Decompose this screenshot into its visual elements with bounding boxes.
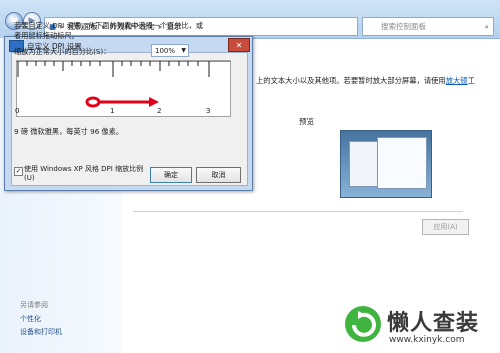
apply-button[interactable]: 应用(A) (422, 219, 469, 235)
sidebar-link-personalization[interactable]: 个性化 (20, 314, 41, 324)
search-placeholder: 搜索控制面板 (381, 22, 426, 31)
ruler-tick-label: 2 (157, 107, 162, 115)
preview-label: 预览 (299, 117, 314, 126)
ruler-tick-label: 1 (110, 107, 115, 115)
xp-scaling-label[interactable]: 使用 Windows XP 风格 DPI 缩放比例(U) (24, 165, 148, 183)
dialog-description: 若要自定义 DPI 设置，从下面的列表中选择一个百分比，或者用鼠标拖动标尺。 (14, 21, 204, 40)
ruler-tick-label: 3 (206, 107, 211, 115)
magnifier-link[interactable]: 放大镜 (446, 76, 468, 85)
preview-window-large (377, 137, 427, 189)
main-description-text: 上的文本大小以及其他项。若要暂时放大部分屏幕，请使用 (256, 76, 446, 85)
watermark-logo (345, 306, 381, 342)
close-icon[interactable]: ✕ (228, 38, 250, 52)
font-info: 9 磅 微软雅黑，每英寸 96 像素。 (14, 127, 124, 136)
scale-label: 缩放为正常大小的百分比(S)： (14, 47, 111, 56)
ruler-ticks (17, 61, 210, 77)
divider (133, 211, 463, 212)
sidebar-heading: 另请参阅 (20, 301, 48, 309)
ruler-graphic (17, 61, 230, 108)
watermark-brand: 懒人查装 (387, 311, 480, 336)
main-description: 上的文本大小以及其他项。若要暂时放大部分屏幕，请使用放大镜工 (256, 76, 475, 86)
preview-window-small (349, 141, 379, 187)
ruler-tick-label: 0 (15, 107, 20, 115)
scale-select-value: 100% (155, 46, 176, 55)
search-input[interactable]: 搜索控制面板 ⌕ (362, 17, 494, 36)
preview-image (340, 130, 432, 198)
scale-select[interactable]: 100% ▼ (151, 44, 189, 57)
cancel-button[interactable]: 取消 (196, 167, 241, 183)
main-description-tail: 工 (467, 76, 475, 85)
watermark-url: www.kxinyk.com (389, 335, 465, 345)
dpi-ruler[interactable]: 0 1 2 3 (15, 60, 231, 117)
search-icon[interactable]: ⌕ (485, 22, 489, 32)
xp-scaling-checkbox[interactable]: ✓ (14, 167, 23, 176)
watermark: 懒人查装 www.kxinyk.com (343, 301, 498, 349)
sidebar-link-devices-printers[interactable]: 设备和打印机 (20, 327, 62, 337)
drag-annotation-arrow (85, 96, 159, 108)
chevron-down-icon[interactable]: ▼ (181, 47, 186, 54)
ok-button[interactable]: 确定 (150, 167, 192, 183)
